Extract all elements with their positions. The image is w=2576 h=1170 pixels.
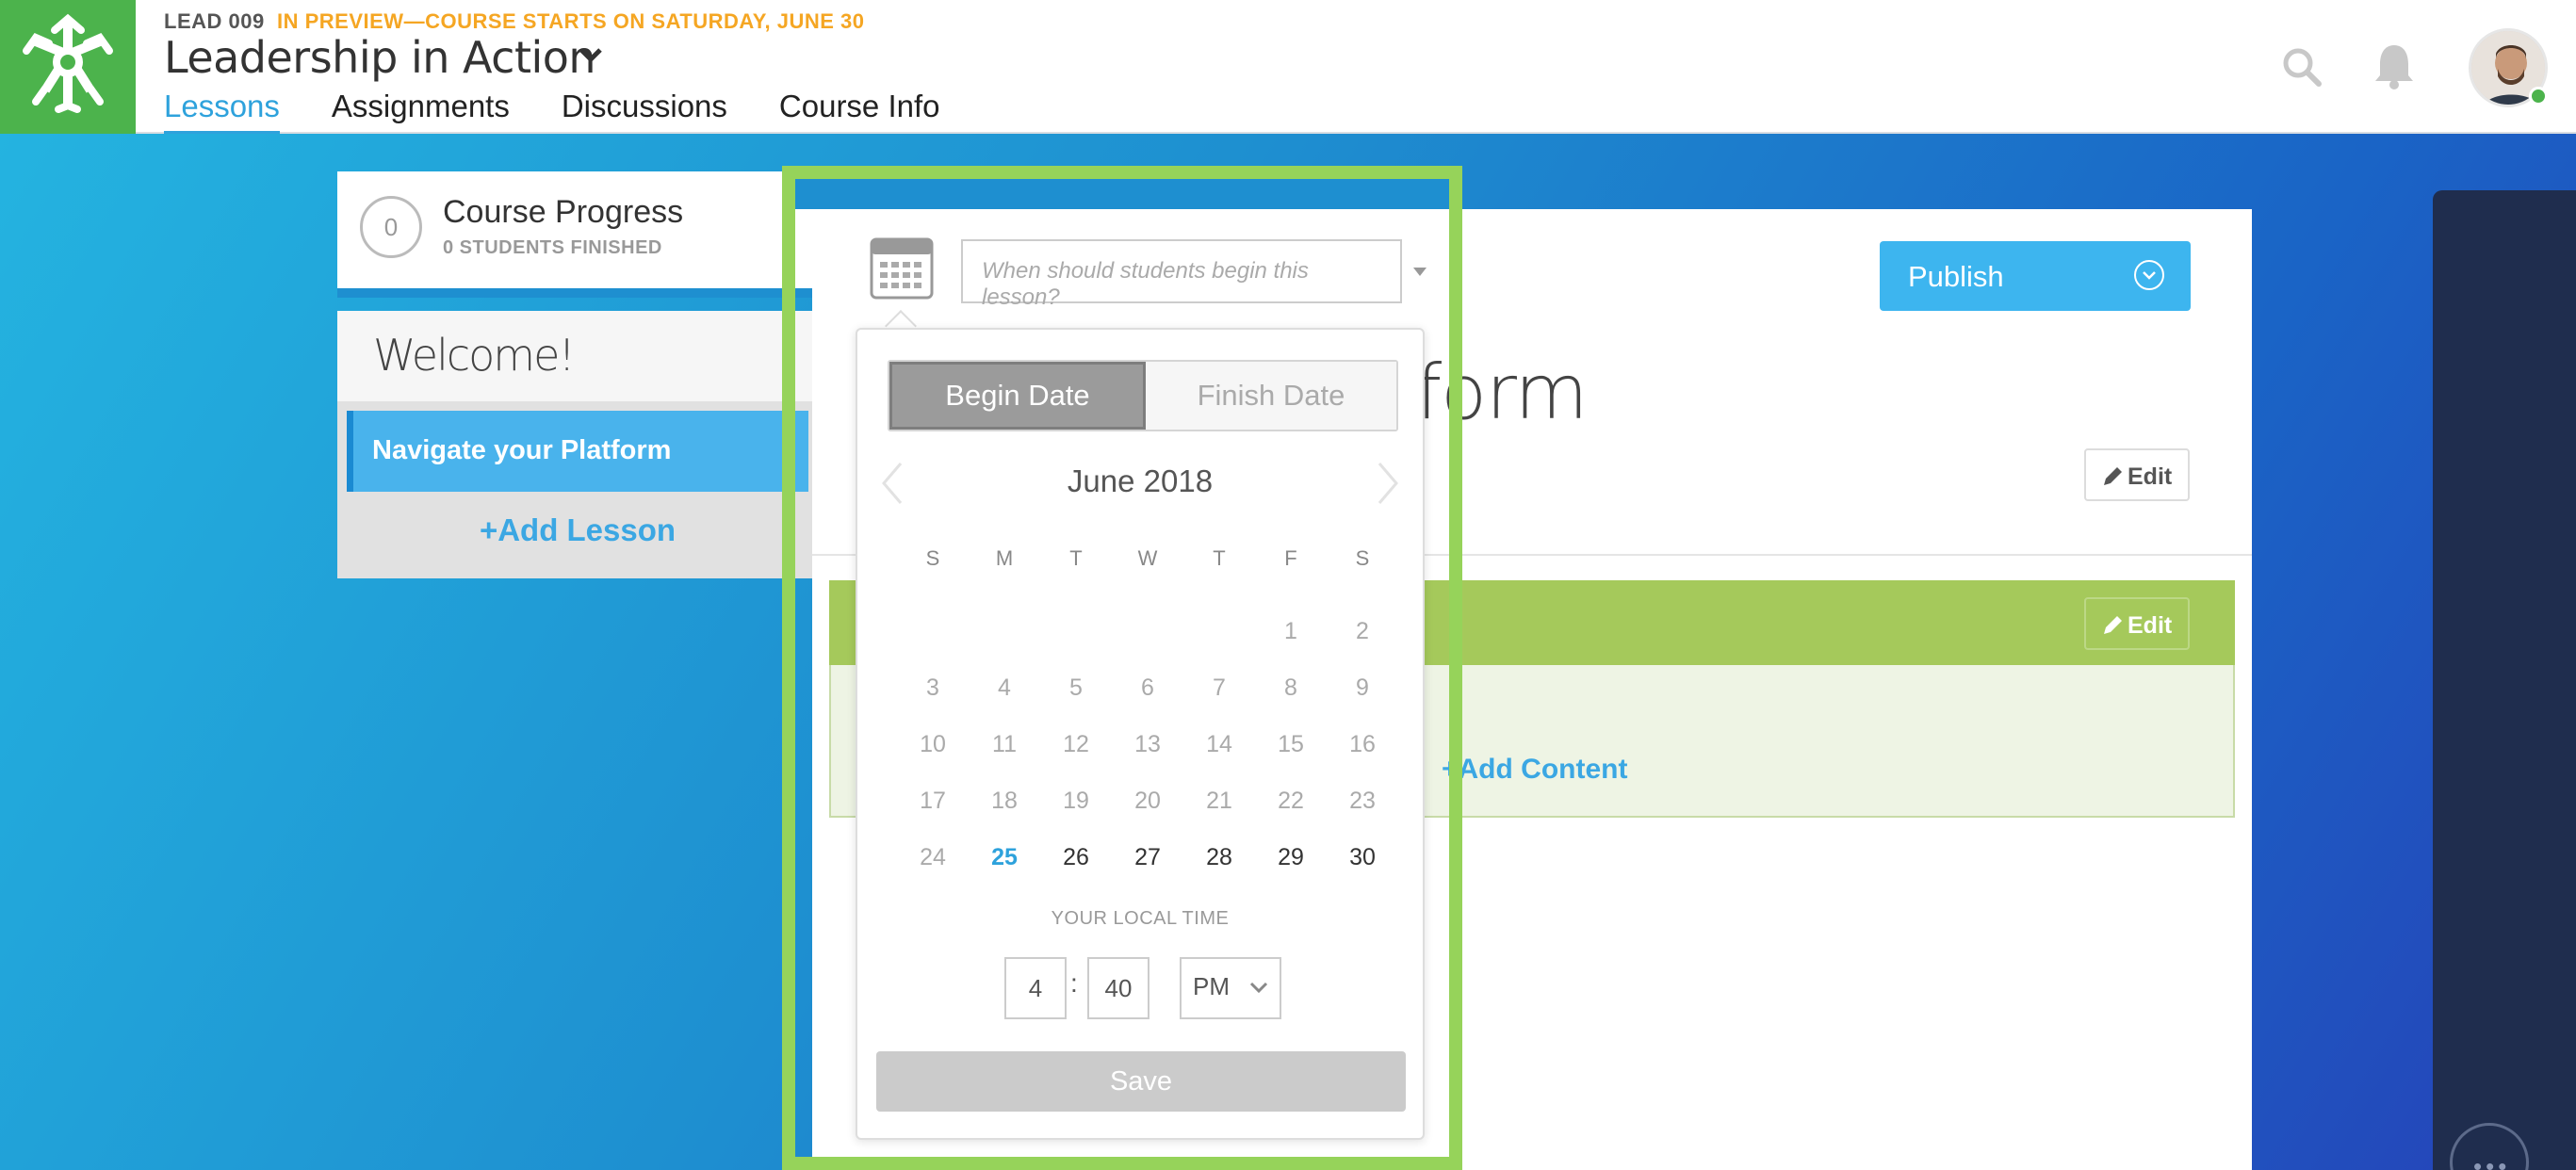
search-icon[interactable] bbox=[2280, 45, 2323, 89]
tab-discussions[interactable]: Discussions bbox=[562, 89, 727, 132]
side-drawer bbox=[2433, 190, 2576, 1170]
publish-button[interactable]: Publish bbox=[1880, 241, 2191, 311]
course-code: LEAD 009 bbox=[164, 9, 265, 33]
course-progress-card[interactable]: 0 Course Progress 0 STUDENTS FINISHED bbox=[337, 171, 818, 288]
chevron-down-icon[interactable] bbox=[579, 47, 603, 64]
edit-lesson-button[interactable]: Edit bbox=[2084, 448, 2190, 501]
progress-subtitle: 0 STUDENTS FINISHED bbox=[443, 237, 662, 258]
progress-bar bbox=[337, 288, 818, 298]
tab-course-info[interactable]: Course Info bbox=[779, 89, 940, 132]
tab-assignments[interactable]: Assignments bbox=[332, 89, 510, 132]
progress-count: 0 bbox=[360, 196, 422, 258]
app-header: LEAD 009 IN PREVIEW—COURSE STARTS ON SAT… bbox=[0, 0, 2576, 136]
preview-notice: IN PREVIEW—COURSE STARTS ON SATURDAY, JU… bbox=[277, 9, 865, 33]
tab-lessons[interactable]: Lessons bbox=[164, 89, 280, 136]
chevron-down-circle-icon[interactable] bbox=[2134, 260, 2164, 290]
pencil-icon bbox=[2104, 616, 2122, 634]
welcome-section[interactable]: Welcome! bbox=[337, 311, 818, 401]
lesson-item-navigate-platform[interactable]: Navigate your Platform bbox=[347, 411, 808, 492]
edit-label: Edit bbox=[2128, 463, 2173, 490]
edit-section-button[interactable]: Edit bbox=[2084, 597, 2190, 650]
course-tabs: Lessons Assignments Discussions Course I… bbox=[164, 89, 992, 136]
progress-title: Course Progress bbox=[443, 194, 684, 230]
asterisk-logo-icon bbox=[23, 13, 113, 113]
app-logo[interactable] bbox=[0, 0, 136, 134]
pencil-icon bbox=[2104, 467, 2122, 485]
welcome-heading: Welcome! bbox=[373, 330, 576, 381]
highlight-frame bbox=[782, 166, 1462, 1170]
add-lesson-link[interactable]: +Add Lesson bbox=[337, 512, 818, 548]
lesson-list: Navigate your Platform +Add Lesson bbox=[337, 401, 818, 578]
online-status-dot bbox=[2529, 87, 2548, 106]
lesson-item-label: Navigate your Platform bbox=[372, 435, 672, 465]
add-content-link[interactable]: +Add Content bbox=[1442, 754, 1627, 786]
publish-label: Publish bbox=[1908, 260, 2004, 293]
edit-label: Edit bbox=[2128, 612, 2173, 639]
course-title[interactable]: Leadership in Action bbox=[164, 32, 596, 83]
ellipsis-icon: ••• bbox=[2473, 1152, 2511, 1170]
bell-icon[interactable] bbox=[2372, 41, 2416, 90]
